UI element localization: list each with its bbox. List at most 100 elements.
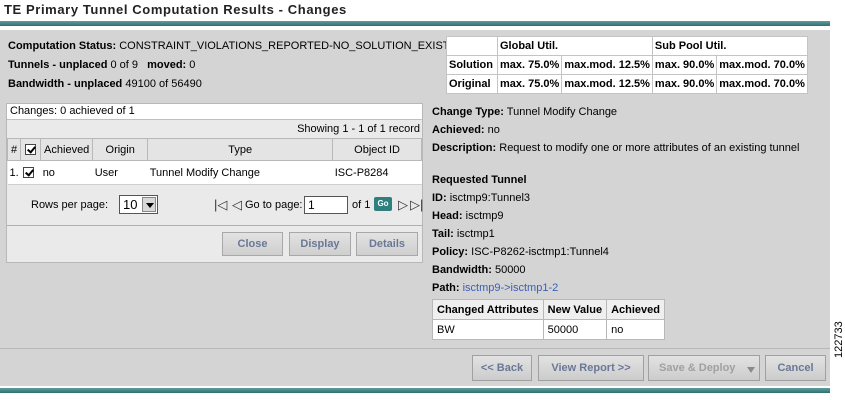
achieved-label: Achieved: [432, 124, 485, 136]
subpool-max: max. 90.0% [651, 74, 718, 94]
col-type[interactable]: Type [147, 138, 334, 161]
change-type-label: Change Type: [432, 106, 504, 118]
col-number: # [6, 138, 22, 161]
back-button[interactable]: << Back [472, 355, 532, 381]
tunnel-head-value: isctmp9 [465, 210, 504, 222]
utilization-row-solution: Solution max. 75.0% max.mod. 12.5% max. … [446, 55, 808, 75]
select-all-checkbox[interactable] [25, 144, 37, 156]
change-type-value: Tunnel Modify Change [506, 106, 618, 118]
description-value: Request to modify one or more attributes… [499, 142, 800, 154]
tunnel-policy-label: Policy: [432, 246, 469, 258]
last-page-icon[interactable]: ▷| [410, 198, 423, 211]
attr-achieved: no [606, 319, 665, 340]
changed-attributes-header: Changed Attributes New Value Achieved [432, 299, 665, 320]
row-checkbox[interactable] [22, 167, 34, 179]
tunnel-bandwidth-label: Bandwidth: [432, 264, 492, 276]
page-number-input[interactable]: 1 [304, 196, 348, 214]
tunnels-value: 0 of 9 [110, 59, 139, 71]
bandwidth-value: 49100 of 56490 [125, 78, 202, 90]
tunnel-tail-label: Tail: [432, 228, 454, 240]
tunnels-label: Tunnels - unplaced [8, 59, 108, 71]
change-type: Change Type: Tunnel Modify Change [432, 106, 617, 118]
close-button[interactable]: Close [222, 232, 283, 256]
subpool-maxmod: max.mod. 70.0% [716, 55, 808, 75]
previous-page-icon[interactable]: ◁ [232, 198, 242, 211]
panel-divider [7, 225, 422, 226]
footer-toolbar: << Back View Report >> Save & Deploy Can… [0, 348, 830, 386]
global-util-header: Global Util. [497, 36, 653, 56]
tunnel-head: Head: isctmp9 [432, 210, 504, 222]
attr-new-value: 50000 [542, 319, 608, 340]
achieved-status: Achieved: no [432, 124, 500, 136]
utilization-row-label: Solution [446, 55, 498, 75]
changes-table-header: # Achieved Origin Type Object ID [6, 138, 422, 161]
chevron-down-icon[interactable] [747, 367, 755, 377]
changes-panel: Changes: 0 achieved of 1 Showing 1 - 1 o… [6, 103, 423, 263]
global-max: max. 75.0% [496, 74, 563, 94]
achieved-value: no [487, 124, 500, 136]
row-select[interactable] [20, 160, 41, 185]
utilization-corner [446, 36, 498, 56]
tunnel-path-link[interactable]: isctmp9->isctmp1-2 [463, 282, 559, 294]
changes-table: # Achieved Origin Type Object ID 1. no U… [6, 138, 422, 185]
global-max: max. 75.0% [496, 55, 563, 75]
view-report-button[interactable]: View Report >> [538, 355, 644, 381]
col-changed-attribute: Changed Attributes [432, 299, 544, 320]
tunnel-path-label: Path: [432, 282, 460, 294]
bandwidth-status: Bandwidth - unplaced 49100 of 56490 [8, 78, 202, 90]
computation-status-value: CONSTRAINT_VIOLATIONS_REPORTED-NO_SOLUTI… [119, 40, 457, 52]
col-new-value: New Value [542, 299, 608, 320]
subpool-max: max. 90.0% [651, 55, 718, 75]
global-maxmod: max.mod. 12.5% [561, 74, 653, 94]
rows-per-page-label: Rows per page: [31, 199, 109, 211]
tunnel-head-label: Head: [432, 210, 463, 222]
utilization-row-label: Original [446, 74, 498, 94]
row-type: Tunnel Modify Change [147, 160, 333, 185]
utilization-header-row: Global Util. Sub Pool Util. [446, 36, 808, 56]
tunnel-id: ID: isctmp9:Tunnel3 [432, 192, 530, 204]
moved-label: moved: [147, 59, 187, 71]
chevron-down-icon[interactable] [142, 197, 156, 212]
page-title: TE Primary Tunnel Computation Results - … [4, 2, 347, 17]
goto-page-label: Go to page: [245, 199, 303, 211]
save-deploy-button[interactable]: Save & Deploy [648, 355, 760, 381]
tunnel-bandwidth: Bandwidth: 50000 [432, 264, 526, 276]
col-select-all[interactable] [20, 138, 42, 161]
go-button[interactable]: Go [374, 197, 392, 211]
row-number: 1. [7, 160, 21, 185]
subpool-maxmod: max.mod. 70.0% [716, 74, 808, 94]
changed-attributes-table: Changed Attributes New Value Achieved BW… [432, 299, 665, 340]
tunnel-policy: Policy: ISC-P8262-isctmp1:Tunnel4 [432, 246, 609, 258]
col-achieved[interactable]: Achieved [40, 138, 94, 161]
first-page-icon[interactable]: |◁ [214, 198, 227, 211]
subpool-util-header: Sub Pool Util. [651, 36, 808, 56]
next-page-icon[interactable]: ▷ [398, 198, 408, 211]
tunnel-tail-value: isctmp1 [456, 228, 495, 240]
tunnel-id-value: isctmp9:Tunnel3 [449, 192, 531, 204]
description-label: Description: [432, 142, 497, 154]
row-achieved: no [40, 160, 93, 185]
col-origin[interactable]: Origin [92, 138, 149, 161]
rows-per-page-value: 10 [123, 197, 138, 212]
record-count: Showing 1 - 1 of 1 record [297, 123, 420, 135]
display-button[interactable]: Display [289, 232, 351, 256]
tunnel-path: Path: isctmp9->isctmp1-2 [432, 282, 558, 294]
tunnel-id-label: ID: [432, 192, 447, 204]
change-description: Description: Request to modify one or mo… [432, 142, 799, 154]
pagination-bar: Rows per page: 10 |◁ ◁ Go to page: 1 of … [7, 188, 423, 220]
rows-per-page-select[interactable]: 10 [119, 195, 158, 214]
global-maxmod: max.mod. 12.5% [561, 55, 653, 75]
row-object-id: ISC-P8284 [332, 160, 422, 185]
computation-status-label: Computation Status: [8, 40, 117, 52]
main-content: Computation Status: CONSTRAINT_VIOLATION… [0, 30, 830, 348]
table-row[interactable]: 1. no User Tunnel Modify Change ISC-P828… [7, 160, 422, 185]
title-bar: TE Primary Tunnel Computation Results - … [0, 0, 830, 21]
computation-status: Computation Status: CONSTRAINT_VIOLATION… [8, 40, 457, 52]
tunnels-status: Tunnels - unplaced 0 of 9 moved: 0 [8, 59, 195, 71]
details-button[interactable]: Details [356, 232, 418, 256]
page-total: of 1 [352, 199, 371, 211]
cancel-button[interactable]: Cancel [765, 355, 826, 381]
col-object-id[interactable]: Object ID [332, 138, 422, 161]
changes-header: Changes: 0 achieved of 1 [7, 104, 422, 120]
tunnel-policy-value: ISC-P8262-isctmp1:Tunnel4 [471, 246, 609, 258]
